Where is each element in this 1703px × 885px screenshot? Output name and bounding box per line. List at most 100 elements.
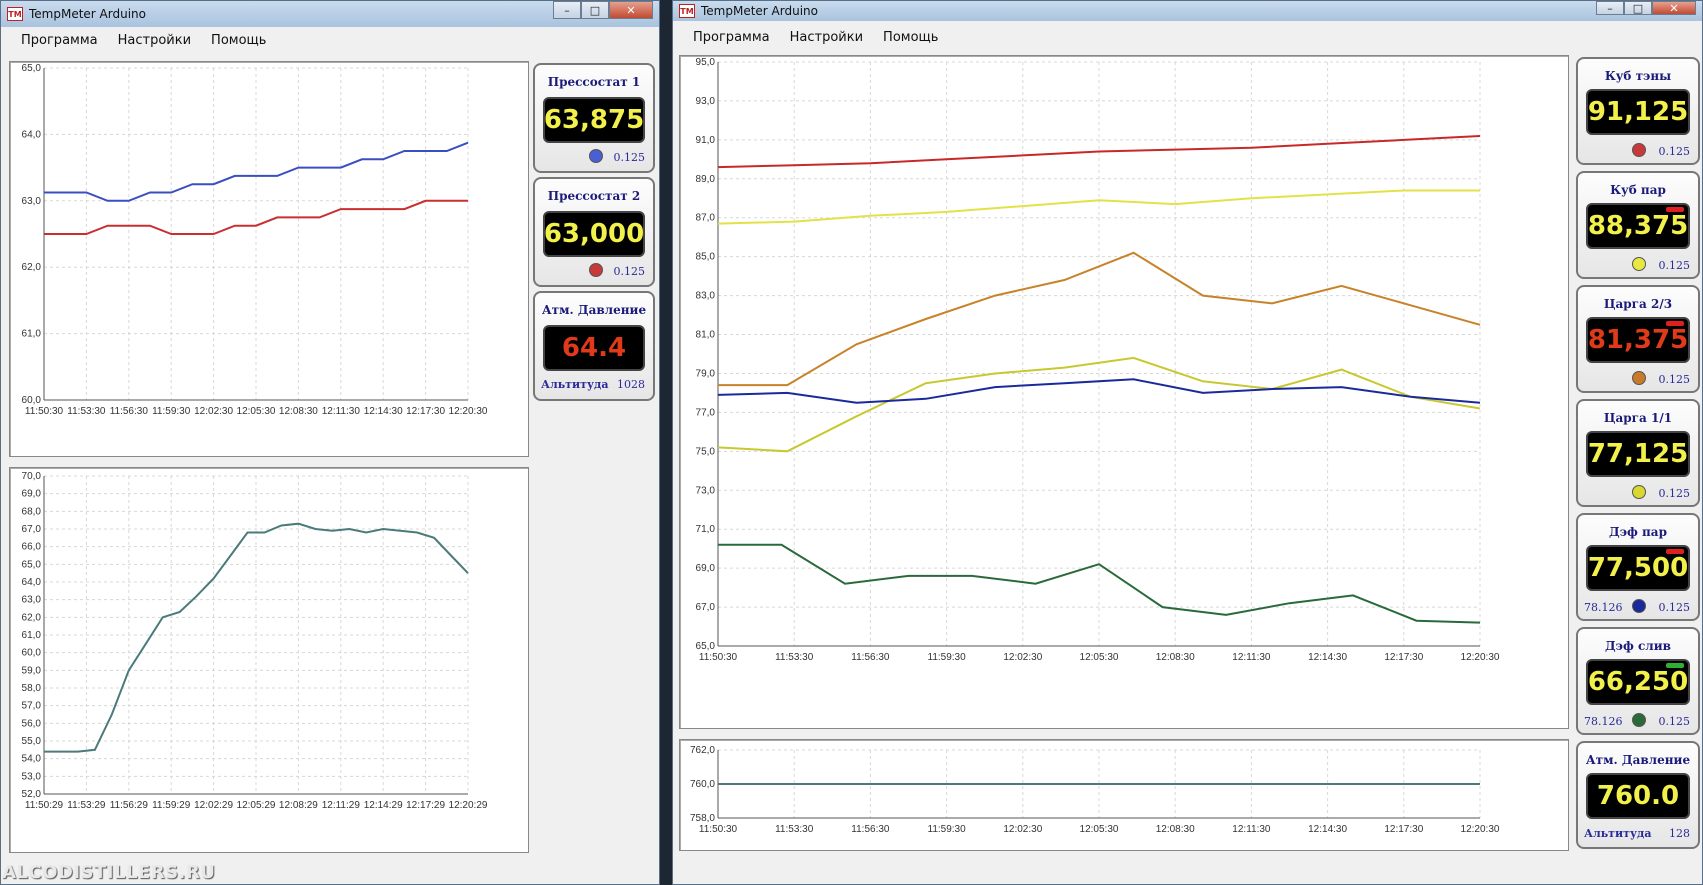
x-tick-label: 12:11:30 — [1232, 652, 1271, 663]
card-step: 0.125 — [1658, 601, 1691, 614]
x-tick-label: 11:53:30 — [775, 652, 814, 663]
series-color-dot — [589, 263, 603, 277]
minimize-icon[interactable]: – — [553, 1, 581, 19]
y-tick-label: 67,0 — [22, 524, 42, 535]
left-window-title: TempMeter Arduino — [29, 7, 146, 21]
y-tick-label: 758,0 — [690, 813, 715, 824]
minimize-icon[interactable]: – — [1596, 1, 1624, 15]
temperature-chart: 65,0 67,0 69,0 71,0 73,0 75,0 77,0 79,0 81,0 83,0… — [679, 55, 1569, 729]
alarm-indicator — [1666, 321, 1684, 326]
alarm-indicator — [1666, 663, 1684, 668]
x-tick-label: 12:20:30 — [1461, 824, 1500, 835]
right-window: TM TempMeter Arduino – □ ✕ Программа Нас… — [672, 0, 1703, 885]
y-tick-label: 68,0 — [22, 506, 42, 517]
y-tick-label: 60,0 — [22, 648, 42, 659]
y-tick-label: 760,0 — [690, 779, 715, 790]
card-value: 64.4 — [543, 325, 645, 371]
x-tick-label: 12:11:30 — [322, 406, 361, 417]
y-tick-label: 54,0 — [22, 754, 42, 765]
app-icon: TM — [7, 7, 23, 21]
x-tick-label: 11:56:30 — [851, 652, 890, 663]
y-tick-label: 63,0 — [22, 595, 42, 606]
card-step: 0.125 — [613, 151, 646, 164]
y-tick-label: 93,0 — [696, 96, 716, 107]
y-tick-label: 64,0 — [22, 577, 42, 588]
card-value: 760.0 — [1586, 773, 1690, 819]
y-tick-label: 71,0 — [696, 524, 716, 535]
y-tick-label: 58,0 — [22, 683, 42, 694]
y-tick-label: 87,0 — [696, 213, 716, 224]
y-tick-label: 63,0 — [22, 196, 42, 207]
x-tick-label: 12:02:30 — [1003, 824, 1042, 835]
menu-settings[interactable]: Настройки — [780, 30, 873, 45]
x-tick-label: 12:08:30 — [1156, 652, 1195, 663]
close-icon[interactable]: ✕ — [609, 1, 653, 19]
y-tick-label: 75,0 — [696, 446, 716, 457]
x-tick-label: 12:14:29 — [364, 800, 403, 811]
left-window: TM TempMeter Arduino – □ ✕ Программа Нас… — [0, 0, 660, 885]
x-tick-label: 12:20:30 — [449, 406, 488, 417]
close-icon[interactable]: ✕ — [1652, 1, 1696, 15]
maximize-icon[interactable]: □ — [581, 1, 609, 19]
menu-program[interactable]: Программа — [683, 30, 780, 45]
menu-help[interactable]: Помощь — [873, 30, 948, 45]
y-tick-label: 95,0 — [696, 57, 716, 68]
x-tick-label: 12:08:29 — [279, 800, 318, 811]
series-color-dot — [1632, 257, 1646, 271]
app-icon: TM — [679, 4, 695, 18]
card-left-value: 78.126 — [1584, 601, 1623, 614]
series-color-dot — [589, 149, 603, 163]
card-left-value: 78.126 — [1584, 715, 1623, 728]
altitude-label: Альтитуда — [1584, 827, 1652, 840]
series-color-dot — [1632, 599, 1646, 613]
y-tick-label: 81,0 — [696, 330, 716, 341]
pressure-chart: 60,0 61,0 62,0 63,0 64,0 65,0 11:50:30 11:53:30… — [9, 61, 529, 457]
card-label: Куб тэны — [1604, 69, 1672, 83]
altitude-value: 1028 — [617, 378, 645, 391]
x-tick-label: 12:11:30 — [1232, 824, 1271, 835]
card-value: 63,000 — [543, 211, 645, 257]
card-step: 0.125 — [613, 265, 646, 278]
menu-help[interactable]: Помощь — [201, 33, 276, 48]
y-tick-label: 55,0 — [22, 736, 42, 747]
right-window-controls: – □ ✕ — [1596, 1, 1696, 15]
x-tick-label: 11:56:30 — [851, 824, 890, 835]
y-tick-label: 62,0 — [22, 262, 42, 273]
altitude-label: Альтитуда — [541, 378, 609, 391]
card-value: 77,125 — [1586, 431, 1690, 477]
y-tick-label: 83,0 — [696, 291, 716, 302]
x-tick-label: 12:08:30 — [279, 406, 318, 417]
menu-program[interactable]: Программа — [11, 33, 108, 48]
card-def-sliv: Дэф слив 66,250 78.126 0.125 — [1576, 627, 1700, 735]
card-pressostat-2: Прессостат 2 63,000 0.125 — [533, 177, 655, 287]
temperature-chart-svg: 65,0 67,0 69,0 71,0 73,0 75,0 77,0 79,0 81,0 83,0… — [696, 57, 1500, 663]
left-window-controls: – □ ✕ — [553, 1, 653, 19]
card-label: Атм. Давление — [1585, 753, 1691, 767]
card-pressostat-1: Прессостат 1 63,875 0.125 — [533, 63, 655, 173]
x-tick-label: 12:11:29 — [322, 800, 361, 811]
x-tick-label: 12:02:30 — [1003, 652, 1042, 663]
y-tick-label: 59,0 — [22, 665, 42, 676]
atm-chart-right: 758,0 760,0 762,0 11:50:30 11:53:30 11:56:30 1… — [679, 739, 1569, 851]
x-tick-label: 11:50:29 — [25, 800, 64, 811]
x-tick-label: 11:50:30 — [25, 406, 64, 417]
y-tick-label: 73,0 — [696, 485, 716, 496]
x-tick-label: 12:14:30 — [1308, 824, 1347, 835]
y-tick-label: 69,0 — [696, 563, 716, 574]
x-tick-label: 12:20:29 — [449, 800, 488, 811]
menu-settings[interactable]: Настройки — [108, 33, 201, 48]
x-tick-label: 12:17:29 — [406, 800, 445, 811]
maximize-icon[interactable]: □ — [1624, 1, 1652, 15]
y-tick-label: 67,0 — [696, 602, 716, 613]
x-tick-label: 11:53:30 — [67, 406, 106, 417]
y-tick-label: 65,0 — [22, 63, 42, 74]
card-label: Царга 2/3 — [1603, 297, 1673, 311]
card-kub-par: Куб пар 88,375 0.125 — [1576, 171, 1700, 279]
x-tick-label: 11:59:30 — [928, 824, 967, 835]
x-tick-label: 12:20:30 — [1461, 652, 1500, 663]
series-line-1 — [44, 199, 468, 235]
y-tick-label: 79,0 — [696, 368, 716, 379]
card-step: 0.125 — [1658, 373, 1691, 386]
x-tick-label: 11:56:30 — [110, 406, 149, 417]
card-step: 0.125 — [1658, 487, 1691, 500]
